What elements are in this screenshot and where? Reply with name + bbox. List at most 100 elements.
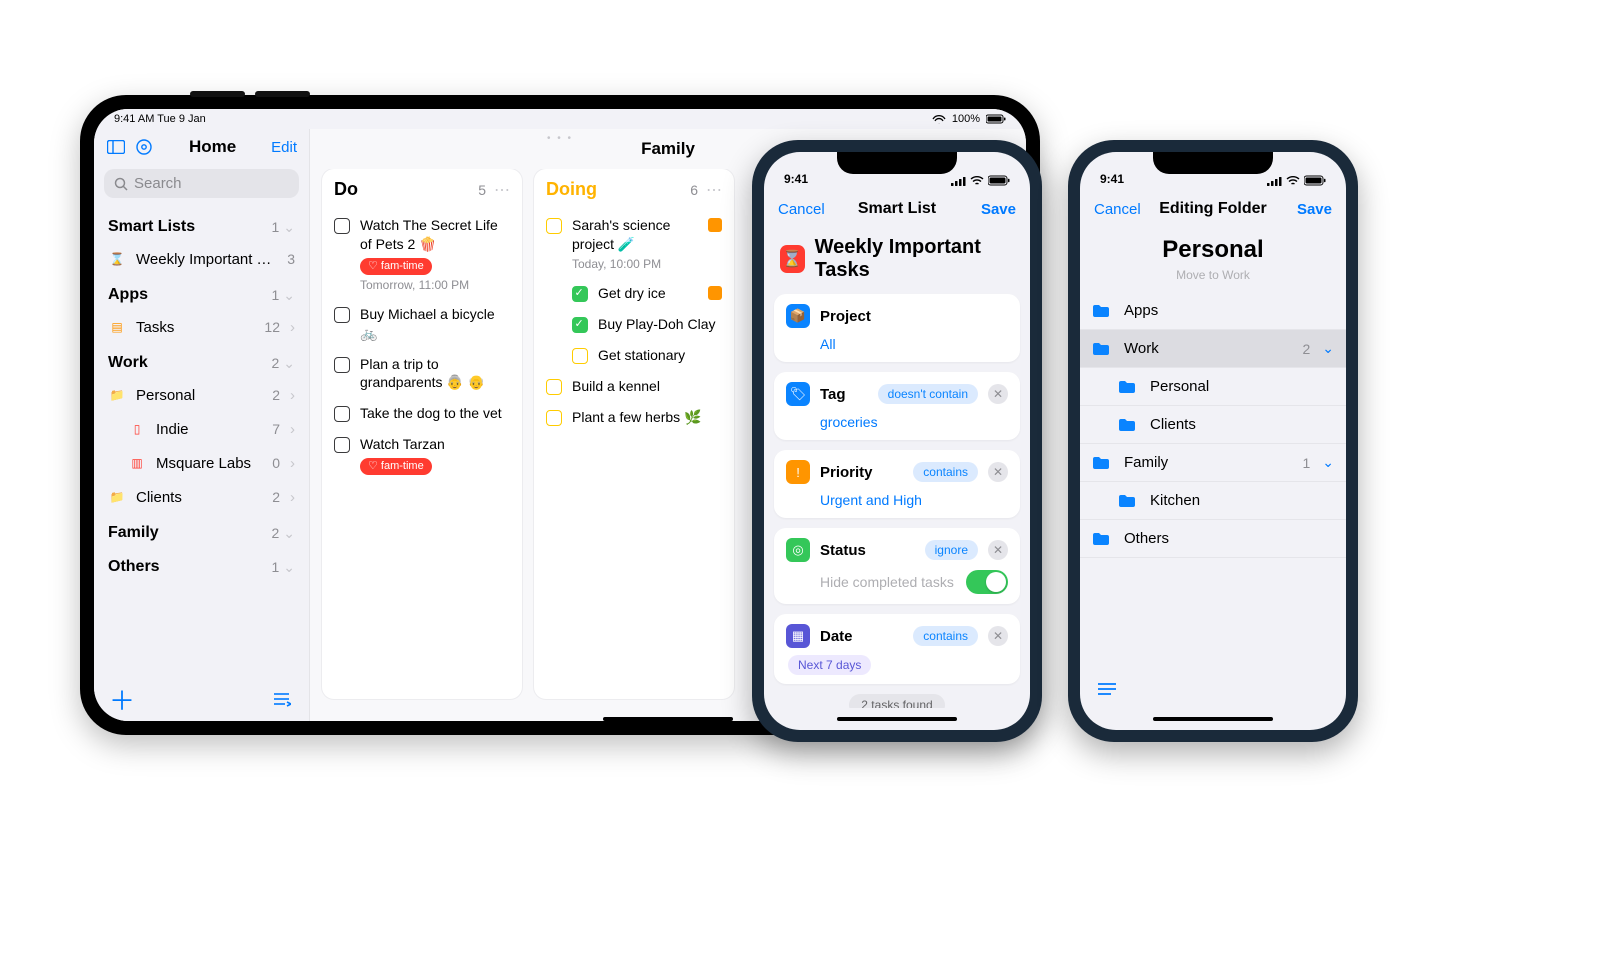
drag-handle-icon[interactable]: • • • [547,133,573,144]
sidebar-section-header[interactable]: Family2 ⌄ [94,514,309,548]
add-button[interactable]: ＋ [112,689,132,709]
checkbox[interactable] [572,317,588,333]
remove-filter-button[interactable]: ✕ [988,540,1008,560]
tag-chip[interactable]: ♡ fam-time [360,258,432,275]
checkbox[interactable] [546,379,562,395]
sidebar-item[interactable]: ⌛ Weekly Important Tasks3 [94,242,309,276]
folder-row[interactable]: Kitchen [1080,482,1346,520]
task-row[interactable]: Build a kennel [546,371,722,402]
settings-gear-icon[interactable] [134,137,154,157]
folder-row[interactable]: Others [1080,520,1346,558]
filter-icon: 🏷 [786,382,810,406]
task-row[interactable]: Get dry ice [546,278,722,309]
filter-value[interactable]: All [820,336,1008,352]
sidebar-title: Home [162,137,263,157]
tag-chip[interactable]: ♡ fam-time [360,458,432,475]
condition-pill[interactable]: doesn't contain [878,384,978,404]
sidebar-item[interactable]: 📁 Clients2› [94,480,309,514]
task-row[interactable]: Watch The Secret Life of Pets 2 🍿♡ fam-t… [334,210,510,299]
task-row[interactable]: Buy Michael a bicycle 🚲 [334,299,510,349]
folder-row[interactable]: Apps [1080,292,1346,330]
list-toggle-icon[interactable] [1096,681,1118,697]
checkbox[interactable] [334,218,350,234]
checkbox[interactable] [546,218,562,234]
sidebar-toggle-icon[interactable] [106,137,126,157]
iphone-editfolder: 9:41 Cancel Editing Folder Save Personal… [1068,140,1358,742]
filter-icon: ◎ [786,538,810,562]
results-pill: 2 tasks found [849,694,944,708]
folder-row[interactable]: Clients [1080,406,1346,444]
home-indicator[interactable] [1153,717,1273,721]
folder-icon: 📁 [108,488,126,506]
filter-card[interactable]: ▦ Datecontains✕Next 7 days [774,614,1020,684]
task-row[interactable]: Plan a trip to grandparents 👵 👴 [334,349,510,399]
condition-pill[interactable]: ignore [925,540,978,560]
task-row[interactable]: Sarah's science project 🧪Today, 10:00 PM [546,210,722,278]
task-row[interactable]: Take the dog to the vet [334,398,510,429]
folder-icon [1092,304,1112,318]
folder-name[interactable]: Personal [1080,230,1346,268]
condition-pill[interactable]: contains [913,626,978,646]
more-icon[interactable]: ⋯ [494,180,510,200]
folder-icon: ▥ [128,454,146,472]
chevron-down-icon[interactable]: ⌄ [1322,340,1334,357]
checkbox[interactable] [334,437,350,453]
sidebar-item[interactable]: ▯ Indie7› [94,412,309,446]
filter-value[interactable]: Urgent and High [820,492,1008,508]
save-button[interactable]: Save [1276,201,1332,218]
checkbox[interactable] [572,286,588,302]
list-style-icon[interactable] [271,689,291,709]
move-hint: Move to Work [1080,268,1346,282]
folder-icon: ▤ [108,318,126,336]
sidebar: Home Edit Search Smart Lists1 ⌄⌛ Weekly … [94,129,310,721]
cancel-button[interactable]: Cancel [1094,201,1150,218]
checkbox[interactable] [334,307,350,323]
task-row[interactable]: Watch Tarzan♡ fam-time [334,429,510,481]
task-row[interactable]: Get stationary [546,340,722,371]
filter-card[interactable]: 📦 ProjectAll [774,294,1020,362]
folder-row[interactable]: Family 1 ⌄ [1080,444,1346,482]
sidebar-section-header[interactable]: Others1 ⌄ [94,548,309,582]
checkbox[interactable] [334,357,350,373]
board-column: Do5⋯ Watch The Secret Life of Pets 2 🍿♡ … [322,169,522,699]
iphone-smartlist: 9:41 Cancel Smart List Save ⌛ Weekly Imp… [752,140,1042,742]
status-right: 100% [932,113,1006,125]
sidebar-section-header[interactable]: Work2 ⌄ [94,344,309,378]
home-indicator[interactable] [837,717,957,721]
search-input[interactable]: Search [104,169,299,198]
folder-row[interactable]: Work 2 ⌄ [1080,330,1346,368]
filter-card[interactable]: ! Prioritycontains✕Urgent and High [774,450,1020,518]
edit-button[interactable]: Edit [271,139,297,156]
sidebar-item[interactable]: ▤ Tasks12› [94,310,309,344]
filter-icon: ! [786,460,810,484]
cancel-button[interactable]: Cancel [778,201,834,218]
sidebar-section-header[interactable]: Apps1 ⌄ [94,276,309,310]
sidebar-item[interactable]: ▥ Msquare Labs0› [94,446,309,480]
remove-filter-button[interactable]: ✕ [988,626,1008,646]
checkbox[interactable] [546,410,562,426]
checkbox[interactable] [572,348,588,364]
filter-card[interactable]: 🏷 Tagdoesn't contain✕groceries [774,372,1020,440]
value-pill[interactable]: Next 7 days [788,655,871,675]
folder-icon: ⌛ [108,250,126,268]
chevron-down-icon[interactable]: ⌄ [1322,454,1334,471]
filter-card[interactable]: ◎ Statusignore✕Hide completed tasks [774,528,1020,604]
remove-filter-button[interactable]: ✕ [988,384,1008,404]
folder-icon [1092,456,1112,470]
remove-filter-button[interactable]: ✕ [988,462,1008,482]
task-row[interactable]: Buy Play-Doh Clay [546,309,722,340]
sidebar-item[interactable]: 📁 Personal2› [94,378,309,412]
priority-flag-icon [708,218,722,232]
condition-pill[interactable]: contains [913,462,978,482]
task-row[interactable]: Plant a few herbs 🌿 [546,402,722,433]
sidebar-section-header[interactable]: Smart Lists1 ⌄ [94,208,309,242]
save-button[interactable]: Save [960,201,1016,218]
more-icon[interactable]: ⋯ [706,180,722,200]
filter-value[interactable]: groceries [820,414,1008,430]
folder-icon [1092,342,1112,356]
folder-row[interactable]: Personal [1080,368,1346,406]
checkbox[interactable] [334,406,350,422]
phone-nav: Cancel Smart List Save [764,188,1030,230]
home-indicator[interactable] [603,717,733,721]
toggle-switch[interactable] [966,570,1008,594]
